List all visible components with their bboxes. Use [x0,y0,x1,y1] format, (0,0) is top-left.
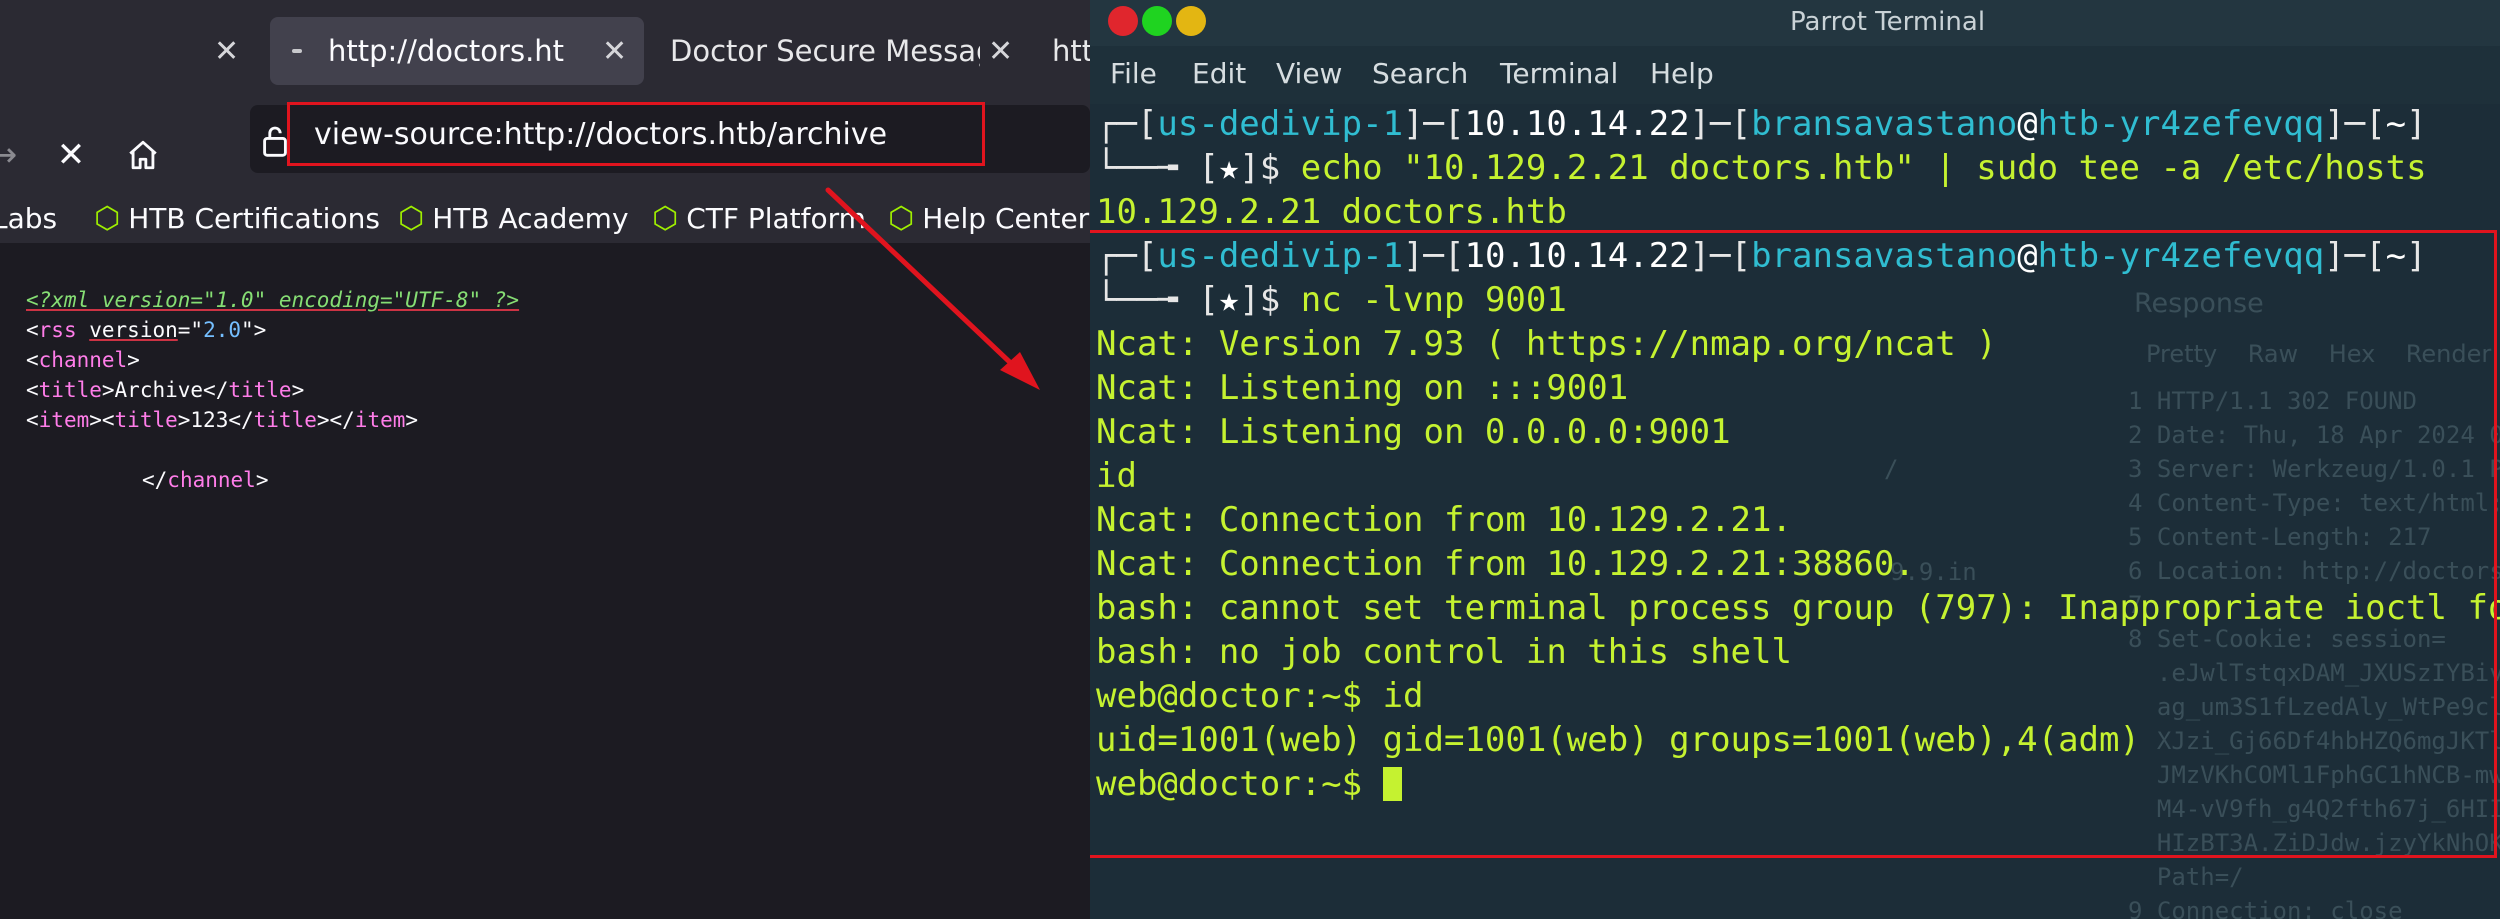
terminal-titlebar: Parrot Terminal [1090,0,2500,46]
browser-window: ✕ http://doctors.htb/archive ✕ Doctor Se… [0,0,1090,919]
terminal-menubar: File Edit View Search Terminal Help [1090,46,2500,104]
bookmarks-toolbar: Labs ⬡ HTB Certifications ⬡ HTB Academy … [0,193,1090,243]
source-line-6: </channel> [142,468,269,492]
close-window-button[interactable] [1108,6,1138,36]
bookmark-htb-academy[interactable]: ⬡ HTB Academy [398,193,629,243]
lock-icon[interactable] [262,124,288,165]
source-line-2: <rss version="2.0"> [26,318,267,342]
tab-doctor-messaging[interactable]: Doctor Secure Messaging ✕ [650,17,1020,85]
menu-help[interactable]: Help [1650,57,1714,90]
tab-next[interactable]: htt [1040,17,1090,85]
bookmark-label: Help Center [922,201,1090,235]
tab-label: Doctor Secure Messaging [670,34,980,68]
tab-close-icon[interactable]: ✕ [214,34,239,69]
tab-active[interactable]: http://doctors.htb/archive ✕ [270,17,644,85]
response-line: Path=/ [2128,863,2244,891]
htb-cube-icon: ⬡ [652,200,679,236]
menu-view[interactable]: View [1276,57,1342,90]
response-line: 9 Connection: close [2128,897,2403,919]
bookmark-label: HTB Academy [432,201,629,235]
htb-cube-icon: ⬡ [94,200,121,236]
source-line-5: <item><title>123</title></item> [26,408,419,432]
tab-previous[interactable]: ✕ [0,17,250,85]
bookmark-label: CTF Platform [686,201,866,235]
tab-close-icon[interactable]: ✕ [988,34,1013,69]
bookmark-labs[interactable]: Labs [0,193,57,243]
back-arrow-icon[interactable]: → [0,130,28,180]
bookmark-label: Labs [0,201,58,235]
terminal-window: Response Pretty Raw Hex Render 1 HTTP/1.… [1090,0,2500,919]
menu-file[interactable]: File [1110,57,1157,90]
menu-terminal[interactable]: Terminal [1500,57,1618,90]
menu-search[interactable]: Search [1372,57,1468,90]
view-source-content: <?xml version="1.0" encoding="UTF-8" ?> … [0,243,1090,919]
output-line: 10.129.2.21 doctors.htb [1096,192,1567,232]
command-line: └──╼ [★]$ echo "10.129.2.21 doctors.htb"… [1096,148,2427,188]
bookmark-label: HTB Certifications [128,201,380,235]
source-line-4: <title>Archive</title> [26,378,305,402]
bookmark-help-center[interactable]: ⬡ Help Center [888,193,1089,243]
stop-icon[interactable]: ✕ [46,130,96,180]
source-line-3: <channel> [26,348,140,372]
tab-bar: ✕ http://doctors.htb/archive ✕ Doctor Se… [0,0,1090,108]
prompt-line: ┌─[us-dedivip-1]─[10.10.14.22]─[bransava… [1096,104,2427,144]
htb-cube-icon: ⬡ [888,200,915,236]
bookmark-ctf-platform[interactable]: ⬡ CTF Platform [652,193,866,243]
tab-label: htt [1052,34,1090,68]
tab-close-icon[interactable]: ✕ [602,34,627,69]
terminal-highlight-box [1090,230,2497,858]
menu-edit[interactable]: Edit [1192,57,1246,90]
loading-icon [292,49,302,53]
url-highlight-box [287,102,985,166]
htb-cube-icon: ⬡ [398,200,425,236]
bookmark-htb-certifications[interactable]: ⬡ HTB Certifications [94,193,380,243]
tab-label: http://doctors.htb/archive [328,34,564,68]
terminal-title: Parrot Terminal [1790,7,1986,37]
minimize-window-button[interactable] [1176,6,1206,36]
home-icon[interactable] [118,130,168,180]
source-line-1: <?xml version="1.0" encoding="UTF-8" ?> [26,288,520,312]
maximize-window-button[interactable] [1142,6,1172,36]
